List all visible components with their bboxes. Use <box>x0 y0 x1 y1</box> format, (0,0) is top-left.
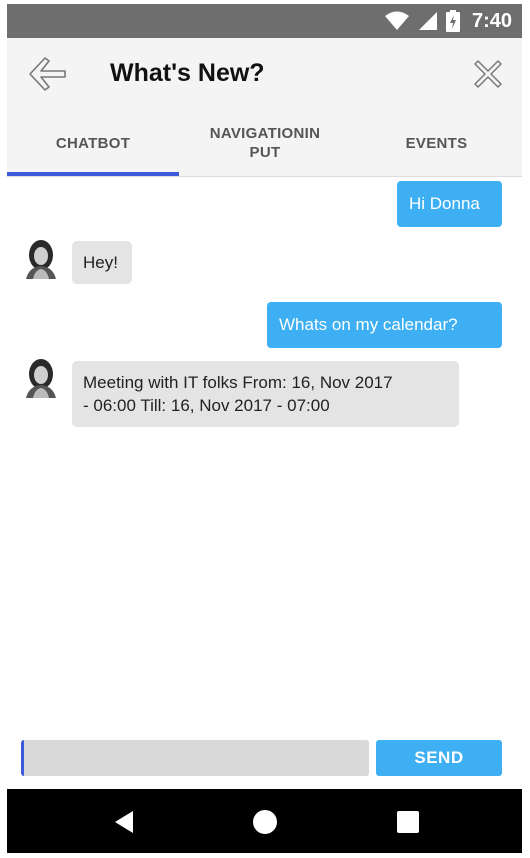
message-text-line1: Meeting with IT folks From: 16, Nov 2017 <box>83 373 393 392</box>
user-message: Hi Donna <box>397 181 502 227</box>
chat-area: Hi Donna Hey! Whats on my calendar? Meet… <box>7 176 522 731</box>
tab-events[interactable]: EVENTS <box>351 110 522 176</box>
tab-bar: CHATBOT NAVIGATIONIN PUT EVENTS <box>7 110 522 177</box>
message-text-line2: - 06:00 Till: 16, Nov 2017 - 07:00 <box>83 396 330 415</box>
bot-message: Meeting with IT folks From: 16, Nov 2017… <box>72 361 459 427</box>
tab-chatbot-label: CHATBOT <box>55 134 131 152</box>
circle-home-icon[interactable] <box>252 809 278 835</box>
arrow-left-icon <box>29 57 66 91</box>
close-button[interactable] <box>472 58 504 90</box>
status-bar: 7:40 <box>7 4 522 38</box>
page-title: What's New? <box>110 59 265 87</box>
tab-chatbot[interactable]: CHATBOT <box>7 110 179 176</box>
triangle-back-icon[interactable] <box>111 809 137 835</box>
tab-navigation-input[interactable]: NAVIGATIONIN PUT <box>179 110 351 176</box>
bot-message: Hey! <box>72 241 132 284</box>
tab-navigation-input-label: NAVIGATIONIN PUT <box>210 124 321 162</box>
message-text: Hey! <box>83 253 118 272</box>
send-button[interactable]: SEND <box>376 740 502 776</box>
user-message: Whats on my calendar? <box>267 302 502 348</box>
tab-label-line2: PUT <box>249 144 281 161</box>
status-time: 7:40 <box>471 9 512 32</box>
message-text: Hi Donna <box>409 194 480 213</box>
tab-label-line1: NAVIGATIONIN <box>209 125 321 142</box>
battery-icon <box>445 10 460 32</box>
phone-screen: 7:40 What's New? CHATBOT NAVIGATIONIN PU… <box>7 0 522 858</box>
wifi-icon <box>384 11 409 30</box>
message-text: Whats on my calendar? <box>279 315 458 334</box>
back-button[interactable] <box>27 56 67 92</box>
bot-avatar <box>26 359 56 398</box>
signal-icon <box>418 12 437 30</box>
close-icon <box>474 60 502 88</box>
bot-avatar <box>26 240 56 279</box>
app-header: What's New? <box>7 38 522 110</box>
system-nav-bar <box>7 789 522 853</box>
tab-events-label: EVENTS <box>405 134 468 152</box>
message-input[interactable] <box>21 740 369 776</box>
square-recents-icon[interactable] <box>395 809 421 835</box>
